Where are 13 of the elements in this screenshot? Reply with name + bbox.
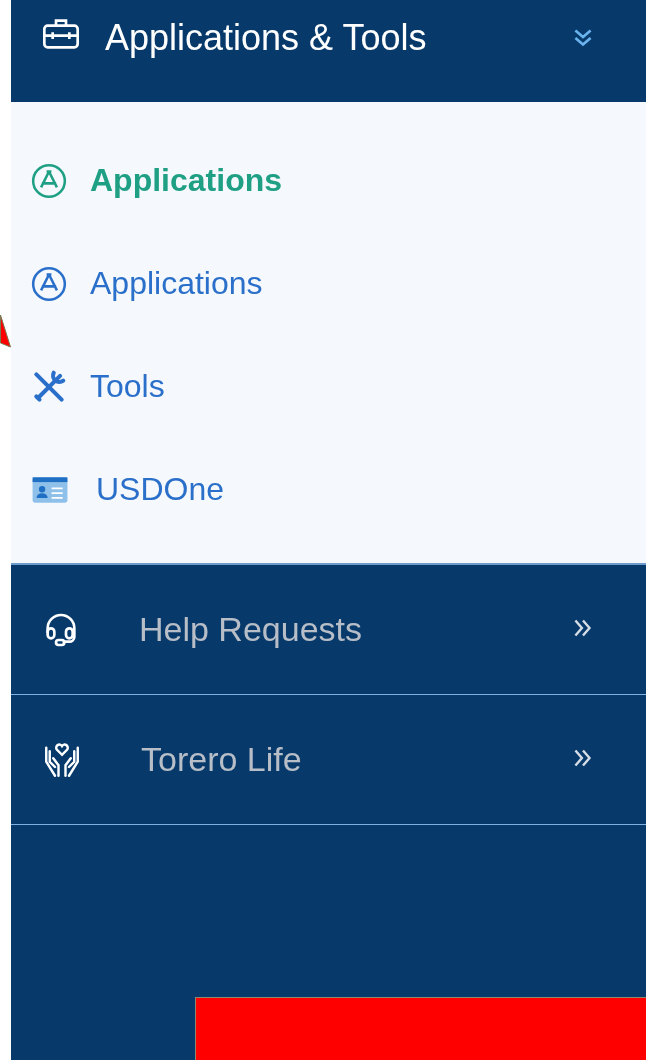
section-label: Help Requests xyxy=(139,610,363,649)
menu-section[interactable]: Help Requests xyxy=(11,565,646,695)
annotation-arrow xyxy=(0,314,11,348)
section-title: Applications & Tools xyxy=(105,16,428,60)
app-store-icon xyxy=(30,161,68,200)
menu-item[interactable]: Tools xyxy=(11,335,171,438)
menu-item[interactable]: USDOne xyxy=(11,438,231,541)
menu-item[interactable]: Applications xyxy=(11,129,288,232)
app-store-icon xyxy=(30,264,68,303)
menu-section[interactable]: Torero Life xyxy=(11,695,646,825)
section-header[interactable]: Applications & Tools xyxy=(11,0,646,102)
section-label: Torero Life xyxy=(141,740,303,779)
menu-item[interactable]: Applications xyxy=(11,232,269,335)
